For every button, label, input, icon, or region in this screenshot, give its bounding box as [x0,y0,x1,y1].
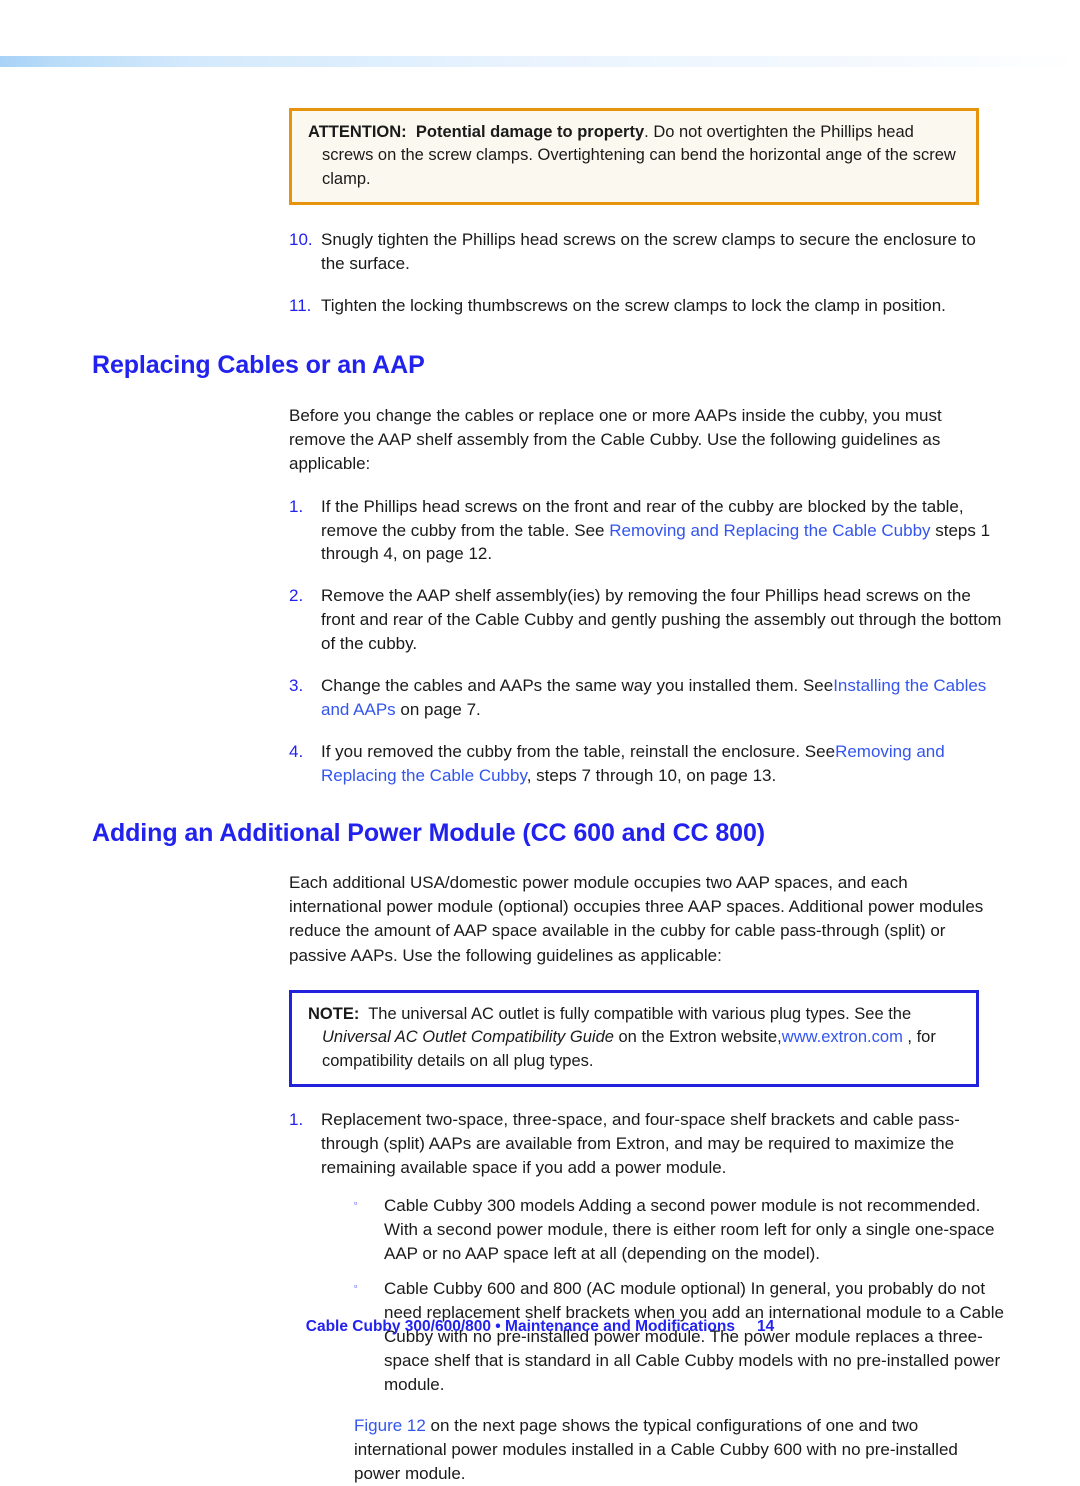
sub-bullet-text: Cable Cubby 300 models Adding a second p… [384,1195,995,1263]
header-gradient-band [0,56,1080,67]
step-text: If you removed the cubby from the table,… [321,740,1004,788]
list-item: 4. If you removed the cubby from the tab… [289,740,1004,788]
list-item: 1. If the Phillips head screws on the fr… [289,495,1004,567]
extron-website-link[interactable]: www.extron.com [782,1028,903,1046]
top-step-list: 10. Snugly tighten the Phillips head scr… [289,228,1004,318]
step-text-pre: If you removed the cubby from the table,… [321,742,836,762]
sub-bullet-text: Cable Cubby 600 and 800 (AC module optio… [384,1278,1004,1394]
section-2-step-list: 1. Replacement two-space, three-space, a… [289,1108,1004,1486]
figure-link[interactable]: Figure 12 [354,1416,426,1435]
section-2-intro: Each additional USA/domestic power modul… [289,873,984,965]
page-content: ATTENTION: Potential damage to property.… [92,108,1004,1486]
cross-reference-link[interactable]: Removing and Replacing the Cable Cubby [609,521,930,540]
note-text-1: The universal AC outlet is fully compati… [368,1004,912,1023]
step-text: Remove the AAP shelf assembly(ies) by re… [321,586,1002,654]
step-text-post: , steps 7 through 10, on page 13. [526,766,777,786]
footer-page-number: 14 [756,1318,775,1335]
list-item: 1. Replacement two-space, three-space, a… [289,1108,1004,1486]
section-1-intro: Before you change the cables or replace … [289,406,942,474]
page-footer: Cable Cubby 300/600/800 • Maintenance an… [0,1318,1080,1336]
step-text-post: on page 7. [395,700,481,720]
list-item: ▫ Cable Cubby 600 and 800 (AC module opt… [354,1277,1004,1397]
page-title-replacing-cables: Replacing Cables or an AAP [92,351,425,380]
list-item: ▫ Cable Cubby 300 models Adding a second… [354,1194,1004,1266]
square-bullet-icon: ▫ [354,1280,358,1291]
attention-overflow-text: ange of [820,146,881,165]
note-callout-text: NOTE: The universal AC outlet is fully c… [308,1003,964,1073]
step-text: Replacement two-space, three-space, and … [321,1108,1004,1486]
step-text: Tighten the locking thumbscrews on the s… [321,296,946,316]
section-2-intro-block: Each additional USA/domestic power modul… [289,871,1001,968]
figure-reference-paragraph: Figure 12 on the next page shows the typ… [354,1414,1004,1486]
step-number: 3. [289,676,304,696]
attention-callout-text: ATTENTION: Potential damage to property.… [308,121,964,191]
document-page: ATTENTION: Potential damage to property.… [0,0,1080,1483]
note-text-2: on the Extron website, [613,1028,782,1047]
step-text: If the Phillips head screws on the front… [321,495,1004,567]
section-1-intro-block: Before you change the cables or replace … [289,404,1001,476]
list-item: 11. Tighten the locking thumbscrews on t… [289,294,1004,318]
page-title-adding-power-module: Adding an Additional Power Module (CC 60… [92,819,765,848]
step-number: 1. [289,1110,304,1129]
step-text: Snugly tighten the Phillips head screws … [321,230,976,274]
figure-paragraph-text: on the next page shows the typical confi… [354,1415,958,1483]
sub-bullet-list: ▫ Cable Cubby 300 models Adding a second… [354,1194,1004,1397]
step-number: 11. [289,296,312,316]
section-1-step-list: 1. If the Phillips head screws on the fr… [289,495,1004,789]
step-number: 10. [289,230,313,250]
note-label: NOTE: [308,1004,360,1023]
square-bullet-icon: ▫ [354,1197,358,1208]
section-2-heading-wrap: Adding an Additional Power Module (CC 60… [92,819,1000,848]
list-item: 2. Remove the AAP shelf assembly(ies) by… [289,584,1004,656]
step-number: 4. [289,742,304,762]
list-item: 10. Snugly tighten the Phillips head scr… [289,228,1004,276]
footer-title: Cable Cubby 300/600/800 • Maintenance an… [305,1318,735,1335]
note-callout: NOTE: The universal AC outlet is fully c… [289,989,979,1087]
section-1-heading-wrap: Replacing Cables or an AAP [92,351,1000,380]
attention-callout: ATTENTION: Potential damage to property.… [289,108,979,206]
step-number: 2. [289,586,304,606]
step-text-pre: Change the cables and AAPs the same way … [321,676,834,696]
note-italic-title: Universal AC Outlet Compatibility Guide [322,1028,614,1047]
attention-label: ATTENTION: [308,123,407,141]
list-item: 3. Change the cables and AAPs the same w… [289,674,1004,722]
step-text: Change the cables and AAPs the same way … [321,674,1004,722]
attention-bold-lead: Potential damage to property [415,123,645,141]
step-text-body: Replacement two-space, three-space, and … [321,1110,960,1177]
step-number: 1. [289,496,304,516]
